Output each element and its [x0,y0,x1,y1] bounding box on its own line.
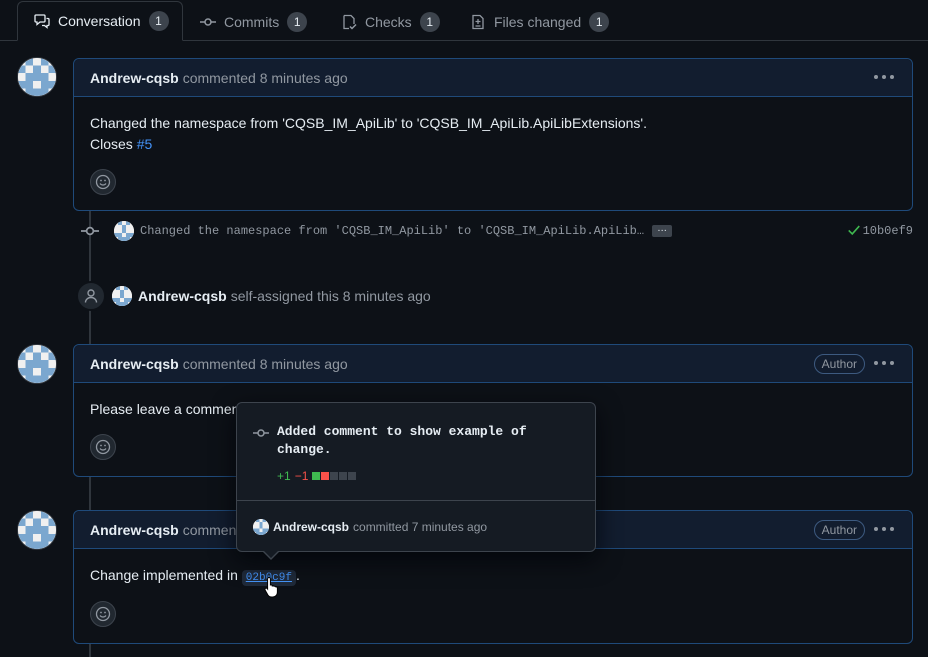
tab-conversation[interactable]: Conversation 1 [17,1,183,41]
avatar[interactable] [17,510,57,550]
avatar[interactable] [114,221,134,241]
tab-files-changed[interactable]: Files changed 1 [470,2,610,41]
deletions: −1 [294,469,309,483]
avatar[interactable] [112,286,132,306]
diffstat: +1 −1 [277,469,357,483]
assign-event: Andrew-cqsb self-assigned this 8 minutes… [76,281,431,311]
check-icon [848,225,860,236]
comment-discussion-icon [34,13,50,29]
avatar[interactable] [17,344,57,384]
tab-counter: 1 [148,11,169,31]
add-reaction-button[interactable] [90,434,116,460]
author-badge: Author [813,354,865,374]
tab-counter: 1 [589,11,610,32]
comment-timestamp[interactable]: commented 8 minutes ago [183,356,348,372]
comment-body: Change implemented in 02b0c9f. [74,549,912,605]
comment-timestamp[interactable]: comment [183,522,241,538]
comment-timestamp[interactable]: commented 8 minutes ago [183,70,348,86]
timeline-line [89,644,91,657]
comment-box: Andrew-cqsb commented 8 minutes ago Chan… [73,58,913,211]
comment-author[interactable]: Andrew-cqsb [90,522,179,538]
diffstat-blocks [312,472,357,480]
smiley-icon [95,439,111,455]
tab-label: Checks [365,13,412,30]
commit-hovercard: Added comment to show example of change.… [236,402,596,560]
hand-cursor-icon [264,576,278,598]
tab-counter: 1 [419,11,440,32]
add-reaction-button[interactable] [90,169,116,195]
git-commit-icon [200,14,216,30]
pr-tabs: Conversation 1 Commits 1 Checks 1 Files … [0,0,928,41]
tab-counter: 1 [287,11,308,32]
commit-sha-link[interactable]: 10b0ef9 [863,224,913,238]
issue-link[interactable]: #5 [137,136,153,152]
commit-event: Changed the namespace from 'CQSB_IM_ApiL… [80,220,913,242]
expand-commit-button[interactable]: … [652,224,673,237]
add-reaction-button[interactable] [90,601,116,627]
hovercard-timestamp: committed 7 minutes ago [353,519,488,534]
comment-header: Andrew-cqsb commented 8 minutes ago [74,59,912,97]
commit-message-link[interactable]: Changed the namespace from 'CQSB_IM_ApiL… [140,224,644,238]
comment-body: Changed the namespace from 'CQSB_IM_ApiL… [74,97,912,171]
file-diff-icon [470,14,486,30]
tab-label: Commits [224,13,280,30]
avatar[interactable] [17,57,57,97]
hovercard-commit-title[interactable]: Added comment to show example of change. [277,423,577,459]
more-options-button[interactable] [874,355,894,371]
comment-author[interactable]: Andrew-cqsb [90,70,179,86]
hovercard-footer: Andrew-cqsb committed 7 minutes ago [237,500,595,552]
author-badge: Author [813,520,865,540]
avatar[interactable] [253,518,269,535]
event-author[interactable]: Andrew-cqsb [138,288,227,304]
tab-checks[interactable]: Checks 1 [341,2,440,41]
tab-label: Conversation [58,13,141,29]
comment-text: Changed the namespace from 'CQSB_IM_ApiL… [90,115,647,131]
comment-text: Change implemented in [90,567,238,583]
checklist-icon [341,14,357,30]
comment-text: . [295,567,300,583]
more-options-button[interactable] [874,69,894,85]
closes-label: Closes [90,136,133,152]
comment-author[interactable]: Andrew-cqsb [90,356,179,372]
more-options-button[interactable] [874,521,894,537]
git-commit-icon [253,429,269,437]
comment-header: Andrew-cqsb commented 8 minutes ago Auth… [74,345,912,383]
smiley-icon [95,606,111,622]
person-icon [76,281,106,311]
hovercard-caret [264,551,278,558]
additions: +1 [277,469,291,483]
event-text: self-assigned this 8 minutes ago [230,288,431,304]
hovercard-author[interactable]: Andrew-cqsb [273,520,349,534]
tab-label: Files changed [494,13,582,30]
git-commit-icon [81,226,99,236]
tab-commits[interactable]: Commits 1 [200,2,308,41]
smiley-icon [95,174,111,190]
timeline-line [89,477,91,510]
